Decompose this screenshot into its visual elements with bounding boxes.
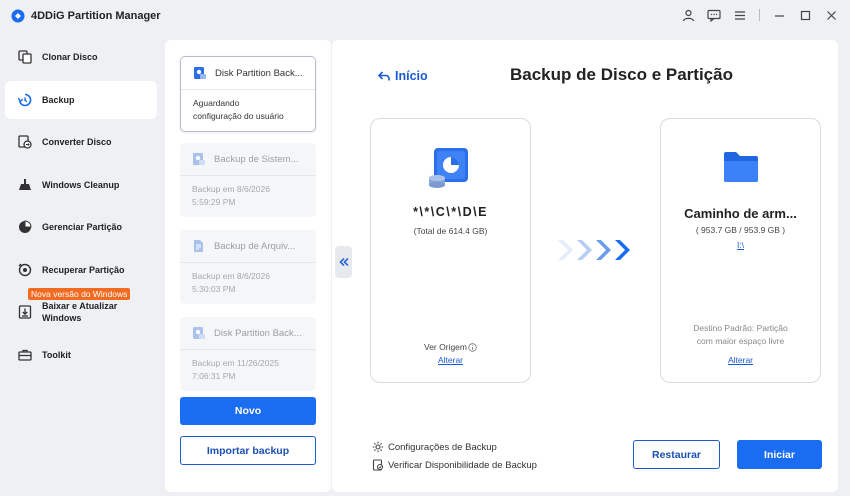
sidebar-item-label: Clonar Disco	[42, 52, 98, 62]
card-title: Backup de Sistem...	[214, 153, 299, 165]
sidebar-item-label: Toolkit	[42, 349, 71, 360]
sidebar-item-manage-partition[interactable]: Gerenciar Partição	[5, 208, 157, 246]
default-destination-line2: com maior espaço livre	[696, 336, 785, 346]
import-backup-button[interactable]: Importar backup	[180, 436, 316, 465]
card-date: Backup em 11/26/2025	[192, 358, 279, 368]
backup-card[interactable]: Disk Partition Back... Aguardando config…	[180, 56, 316, 132]
title-bar: 4DDiG Partition Manager	[0, 0, 850, 32]
backup-card[interactable]: Disk Partition Back... Backup em 11/26/2…	[180, 317, 316, 391]
double-chevron-left-icon	[338, 257, 349, 267]
source-name: *\*\C\*\D\E	[413, 205, 488, 219]
disk-backup-icon	[194, 67, 206, 79]
backup-card[interactable]: Backup de Arquiv... Backup em 8/6/2026 5…	[180, 230, 316, 304]
sidebar-item-label: Converter Disco	[42, 137, 112, 147]
app-title: 4DDiG Partition Manager	[31, 10, 161, 22]
card-time: 7:06:31 PM	[192, 371, 236, 381]
new-backup-button[interactable]: Novo	[180, 397, 316, 425]
card-status-detail: configuração do usuário	[193, 111, 284, 121]
sidebar-item-label: Recuperar Partição	[42, 264, 125, 275]
close-icon[interactable]	[822, 6, 840, 24]
clone-icon	[17, 49, 33, 65]
minimize-icon[interactable]	[770, 6, 788, 24]
new-version-badge: Nova versão do Windows	[28, 288, 131, 300]
sidebar-item-label: Baixar e Atualizar Windows	[42, 301, 118, 323]
collapse-panel-button[interactable]	[335, 246, 352, 278]
restore-button[interactable]: Restaurar	[633, 440, 720, 469]
sidebar-item-label: Gerenciar Partição	[42, 222, 123, 232]
source-box[interactable]: *\*\C\*\D\E (Total de 614.4 GB) Ver Orig…	[370, 118, 531, 383]
broom-icon	[17, 177, 33, 193]
card-time: 5:30:03 PM	[192, 284, 236, 294]
sidebar-item-convert-disk[interactable]: Converter Disco	[5, 123, 157, 161]
sidebar-item-windows-cleanup[interactable]: Windows Cleanup	[5, 166, 157, 204]
info-icon	[468, 342, 477, 352]
main-panel: Início Backup de Disco e Partição *\*\C\…	[332, 40, 838, 492]
sidebar-item-backup[interactable]: Backup	[5, 80, 157, 119]
toolbox-icon	[17, 347, 33, 363]
card-time: 5:59:29 PM	[192, 197, 236, 207]
destination-box[interactable]: Caminho de arm... ( 953.7 GB / 953.9 GB …	[660, 118, 821, 383]
recover-icon	[17, 262, 33, 278]
chevrons-right-icon	[558, 240, 630, 260]
sidebar-item-clone-disk[interactable]: Clonar Disco	[5, 38, 157, 76]
view-source[interactable]: Ver Origem	[371, 342, 530, 352]
page-title: Backup de Disco e Partição	[510, 65, 733, 84]
source-size: (Total de 614.4 GB)	[413, 226, 488, 236]
card-title: Disk Partition Back...	[215, 67, 303, 79]
card-date: Backup em 8/6/2026	[192, 271, 270, 281]
view-source-label: Ver Origem	[424, 342, 467, 352]
user-icon[interactable]	[679, 6, 697, 24]
app-logo-icon	[11, 9, 25, 23]
sidebar-item-label: Backup	[42, 94, 75, 105]
disk-backup-icon	[193, 327, 205, 339]
sidebar: Clonar Disco Backup Converter Disco Wind…	[0, 38, 162, 378]
back-label: Início	[395, 69, 428, 83]
change-source-link[interactable]: Alterar	[371, 355, 530, 365]
verify-icon	[372, 459, 384, 471]
divider	[759, 9, 760, 21]
sidebar-item-label: Windows Cleanup	[42, 179, 120, 190]
system-backup-icon	[193, 153, 205, 165]
back-link[interactable]: Início	[378, 69, 428, 83]
change-destination-link[interactable]: Alterar	[661, 355, 820, 365]
backup-settings-option[interactable]: Configurações de Backup	[372, 441, 497, 453]
destination-path[interactable]: I:\	[661, 240, 820, 250]
backup-settings-label: Configurações de Backup	[388, 441, 497, 453]
default-destination-line1: Destino Padrão: Partição	[693, 323, 788, 333]
destination-name: Caminho de arm...	[684, 206, 797, 221]
maximize-icon[interactable]	[796, 6, 814, 24]
card-title: Backup de Arquiv...	[214, 240, 296, 252]
card-date: Backup em 8/6/2026	[192, 184, 270, 194]
sidebar-item-toolkit[interactable]: Toolkit	[5, 336, 157, 374]
direction-arrows	[554, 238, 634, 262]
menu-icon[interactable]	[731, 6, 749, 24]
verify-backup-label: Verificar Disponibilidade de Backup	[388, 459, 537, 471]
start-button[interactable]: Iniciar	[737, 440, 822, 469]
gear-icon	[372, 441, 384, 453]
sidebar-item-recover-partition[interactable]: Recuperar Partição	[5, 251, 157, 289]
feedback-icon[interactable]	[705, 6, 723, 24]
source-disk-icon	[429, 148, 468, 188]
verify-backup-option[interactable]: Verificar Disponibilidade de Backup	[372, 459, 537, 471]
destination-size: ( 953.7 GB / 953.9 GB )	[695, 225, 786, 235]
back-arrow-icon	[378, 71, 390, 81]
convert-icon	[17, 134, 33, 150]
file-backup-icon	[194, 240, 203, 252]
backup-icon	[17, 92, 33, 108]
download-windows-icon	[17, 304, 33, 320]
backup-card[interactable]: Backup de Sistem... Backup em 8/6/2026 5…	[180, 143, 316, 217]
pie-chart-icon	[17, 219, 33, 235]
card-title: Disk Partition Back...	[214, 327, 302, 339]
backup-list-panel: Disk Partition Back... Aguardando config…	[165, 40, 331, 492]
card-status: Aguardando	[193, 98, 240, 108]
folder-icon	[724, 152, 758, 182]
